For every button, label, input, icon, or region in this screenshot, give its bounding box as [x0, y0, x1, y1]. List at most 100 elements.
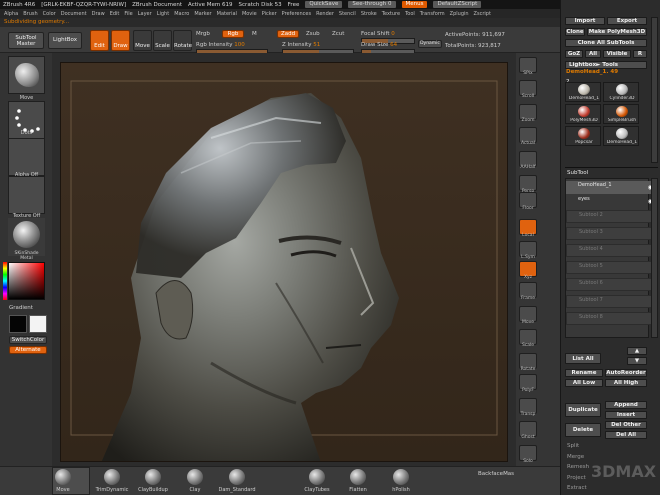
all-button[interactable]: All: [585, 50, 601, 58]
menu-movie[interactable]: Movie: [242, 11, 257, 17]
zsub-button[interactable]: Zsub: [306, 31, 320, 37]
menu-draw[interactable]: Draw: [92, 11, 105, 17]
insert-button[interactable]: Insert: [605, 411, 647, 419]
secondary-color-swatch[interactable]: [29, 315, 47, 333]
all-low-button[interactable]: All Low: [565, 379, 603, 387]
tool-thumb-5[interactable]: DemoHead_1: [603, 126, 639, 146]
split-menu[interactable]: Split: [567, 443, 579, 449]
rgb-button[interactable]: Rgb: [222, 30, 244, 38]
menu-brush[interactable]: Brush: [23, 11, 37, 17]
subtool-slot[interactable]: Subtool 8: [566, 312, 656, 325]
move-up-button[interactable]: ▲: [627, 347, 647, 355]
move-brush-icon[interactable]: [55, 469, 71, 485]
menu-alpha[interactable]: Alpha: [4, 11, 18, 17]
menu-zplugin[interactable]: Zplugin: [450, 11, 469, 17]
edit-button[interactable]: Edit: [90, 30, 109, 51]
lightbox-button[interactable]: LightBox: [48, 32, 82, 49]
delete-button[interactable]: Delete: [565, 423, 601, 437]
switchcolor-button[interactable]: SwitchColor: [9, 336, 47, 344]
menus-button[interactable]: Menus: [401, 1, 428, 8]
draw-button[interactable]: Draw: [111, 30, 130, 51]
menu-file[interactable]: File: [124, 11, 132, 17]
tool-thumb-4[interactable]: Popcsar: [565, 126, 601, 146]
rotate-mode-button[interactable]: Rotate: [173, 30, 192, 51]
lightbox-tools-button[interactable]: Lightbox► Tools: [565, 61, 647, 69]
m-button[interactable]: M: [252, 31, 257, 37]
menu-transform[interactable]: Transform: [420, 11, 445, 17]
flatten-brush-icon[interactable]: [350, 469, 366, 485]
del-other-button[interactable]: Del Other: [605, 421, 647, 429]
scale-mode-button[interactable]: Scale: [153, 30, 172, 51]
seethrough-slider[interactable]: See-through 0: [348, 1, 396, 8]
claybuildup-brush-icon[interactable]: [145, 469, 161, 485]
zcut-button[interactable]: Zcut: [332, 31, 344, 37]
subtool-slot[interactable]: Subtool 6: [566, 278, 656, 291]
clay-brush-icon[interactable]: [187, 469, 203, 485]
all-high-button[interactable]: All High: [605, 379, 647, 387]
dynamic-button[interactable]: Dynamic: [418, 40, 442, 48]
rename-button[interactable]: Rename: [565, 369, 603, 377]
menu-stroke[interactable]: Stroke: [361, 11, 377, 17]
clone-all-subtools-button[interactable]: Clone All SubTools: [565, 39, 647, 47]
trimdynamic-brush-icon[interactable]: [104, 469, 120, 485]
menu-tool[interactable]: Tool: [405, 11, 415, 17]
move-down-button[interactable]: ▼: [627, 357, 647, 365]
subtool-slot[interactable]: Subtool 2: [566, 210, 656, 223]
menu-edit[interactable]: Edit: [110, 11, 120, 17]
visible-button[interactable]: Visible: [603, 50, 631, 58]
list-all-button[interactable]: List All: [565, 353, 601, 364]
hpolish-brush-icon[interactable]: [393, 469, 409, 485]
project-menu[interactable]: Project: [567, 475, 586, 481]
tool-thumb-0[interactable]: DemoHead_1: [565, 82, 601, 102]
tool-thumb-2[interactable]: PolyMesh3D: [565, 104, 601, 124]
alpha-thumbnail[interactable]: [8, 138, 45, 176]
subtool-slot[interactable]: Subtool 4: [566, 244, 656, 257]
mrgb-button[interactable]: Mrgb: [196, 31, 210, 37]
menu-stencil[interactable]: Stencil: [339, 11, 356, 17]
menu-marker[interactable]: Marker: [194, 11, 211, 17]
zscript-button[interactable]: DefaultZScript: [433, 1, 482, 8]
tool-thumb-1[interactable]: Cylinder3D: [603, 82, 639, 102]
menu-light[interactable]: Light: [157, 11, 169, 17]
clone-button[interactable]: Clone: [565, 28, 585, 36]
autoreorder-button[interactable]: AutoReorder: [605, 369, 647, 377]
gradient-label[interactable]: Gradient: [9, 305, 33, 311]
menu-zscript[interactable]: Zscript: [474, 11, 491, 17]
backfacemask-button[interactable]: BackfaceMas: [478, 471, 514, 477]
menu-render[interactable]: Render: [316, 11, 334, 17]
tray-scrollbar[interactable]: [651, 17, 658, 163]
subtool-master-button[interactable]: SubTool Master: [8, 32, 44, 49]
menu-color[interactable]: Color: [43, 11, 56, 17]
claytubes-brush-icon[interactable]: [309, 469, 325, 485]
subtool-slot[interactable]: Subtool 3: [566, 227, 656, 240]
duplicate-button[interactable]: Duplicate: [565, 403, 601, 417]
subtool-item[interactable]: eyes◉: [566, 195, 656, 208]
del-all-button[interactable]: Del All: [605, 431, 647, 439]
subtool-header[interactable]: SubTool: [567, 170, 588, 176]
goz-button[interactable]: GoZ: [565, 50, 583, 58]
make-polymesh-button[interactable]: Make PolyMesh3D: [587, 28, 647, 36]
menu-picker[interactable]: Picker: [262, 11, 277, 17]
quicksave-button[interactable]: QuickSave: [305, 1, 343, 8]
color-picker[interactable]: [8, 262, 45, 300]
append-button[interactable]: Append: [605, 401, 647, 409]
menu-material[interactable]: Material: [217, 11, 237, 17]
document-canvas[interactable]: [60, 62, 508, 462]
subtool-scrollbar[interactable]: [651, 178, 658, 338]
export-button[interactable]: Export: [607, 17, 647, 25]
main-color-swatch[interactable]: [9, 315, 27, 333]
dam_standard-brush-icon[interactable]: [229, 469, 245, 485]
subtool-slot[interactable]: Subtool 7: [566, 295, 656, 308]
subtool-slot[interactable]: Subtool 5: [566, 261, 656, 274]
texture-thumbnail[interactable]: [8, 176, 45, 214]
menu-layer[interactable]: Layer: [138, 11, 152, 17]
menu-macro[interactable]: Macro: [174, 11, 189, 17]
import-button[interactable]: Import: [565, 17, 605, 25]
move-mode-button[interactable]: Move: [133, 30, 152, 51]
subtool-item[interactable]: DemoHead_1◉: [566, 181, 656, 194]
hue-strip[interactable]: [3, 262, 7, 300]
menu-document[interactable]: Document: [61, 11, 87, 17]
menu-texture[interactable]: Texture: [382, 11, 400, 17]
r-button[interactable]: R: [633, 50, 647, 58]
brush-thumbnail[interactable]: [8, 56, 45, 94]
